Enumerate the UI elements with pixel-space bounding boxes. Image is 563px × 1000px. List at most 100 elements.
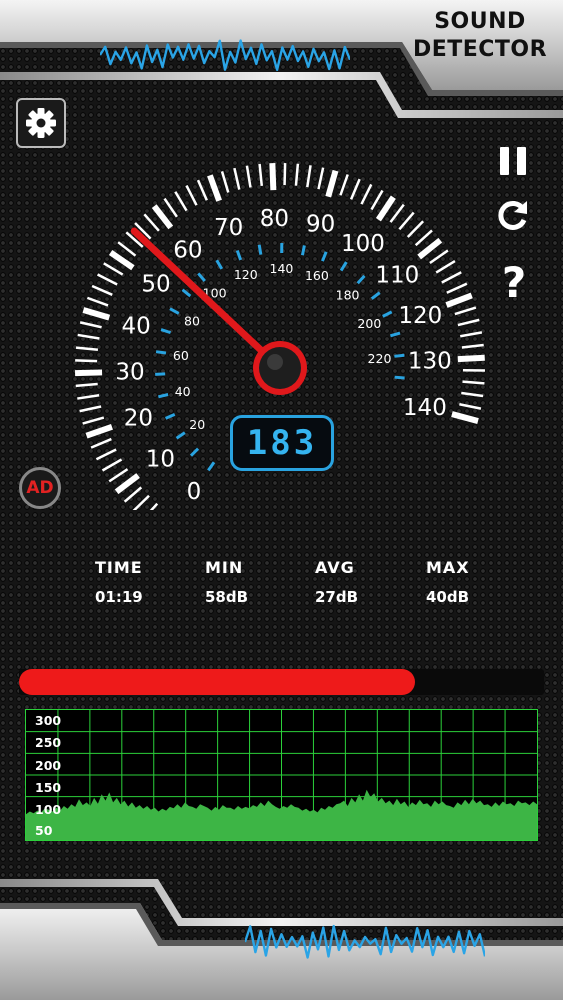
gauge-outer-label: 40: [121, 314, 150, 340]
gauge-inner-tick: [181, 288, 192, 298]
gauge-tick: [74, 369, 103, 377]
gauge-inner-tick: [394, 375, 405, 380]
gauge-tick: [163, 197, 178, 218]
gauge-outer-label: 120: [398, 303, 442, 329]
pause-button[interactable]: [496, 142, 530, 180]
gauge-tick: [294, 163, 300, 186]
gauge-outer-label: 90: [306, 212, 335, 238]
waveform-decoration-top: [100, 39, 350, 71]
gauge-inner-tick: [169, 307, 180, 315]
stat-min: MIN 58dB: [205, 558, 325, 606]
gauge-outer-label: 80: [260, 206, 289, 232]
gauge-inner-tick: [215, 259, 224, 270]
gauge-tick: [441, 271, 462, 284]
gauge-outer-label: 60: [173, 238, 202, 264]
gauge-tick: [95, 448, 117, 461]
gauge-tick: [151, 204, 174, 230]
gauge-tick: [461, 343, 484, 349]
gauge-tick: [389, 203, 405, 223]
gauge-tick: [79, 405, 102, 413]
stat-avg-label: AVG: [315, 558, 355, 577]
gauge-tick: [79, 321, 102, 329]
gauge-outer-label: 50: [141, 272, 170, 298]
gauge-tick: [461, 391, 484, 398]
ad-badge-label: AD: [26, 478, 54, 498]
gauge-inner-label: 180: [336, 287, 360, 302]
gauge-inner-label: 200: [357, 316, 381, 331]
stat-max-label: MAX: [426, 558, 470, 577]
gauge-inner-tick: [321, 251, 328, 262]
gauge-tick: [375, 195, 396, 222]
gauge-tick: [143, 213, 160, 232]
gauge-tick: [97, 273, 118, 286]
stat-min-value: 58dB: [205, 588, 249, 606]
gauge-tick: [77, 333, 100, 340]
gauge-outer-label: 0: [187, 479, 202, 505]
gauge-tick: [91, 284, 113, 296]
y-axis-label: 150: [35, 780, 62, 795]
waveform-decoration-bottom: [245, 924, 485, 959]
gauge-tick: [108, 468, 129, 483]
gauge-tick: [207, 174, 222, 202]
gauge-inner-tick: [158, 393, 169, 399]
gauge-tick: [269, 163, 277, 191]
gauge-tick: [446, 282, 468, 294]
level-bar: [19, 669, 544, 695]
stat-max: MAX 40dB: [426, 558, 546, 606]
gauge-inner-label: 80: [184, 314, 200, 329]
stat-time-value: 01:19: [95, 588, 143, 606]
gauge-tick: [114, 473, 140, 495]
gauge-outer-label: 130: [408, 349, 452, 375]
gauge-inner-tick: [339, 261, 348, 272]
gauge-outer-label: 30: [115, 360, 144, 386]
gauge-inner-tick: [300, 245, 306, 256]
gauge-inner-tick: [370, 291, 381, 300]
y-axis-label: 250: [35, 735, 62, 750]
gauge-needle: [130, 227, 307, 395]
ad-badge[interactable]: AD: [19, 467, 61, 509]
gauge-inner-tick: [207, 461, 216, 472]
gauge-tick: [85, 423, 113, 439]
gauge-tick: [429, 249, 449, 265]
gauge-tick: [220, 171, 230, 193]
gauge-inner-tick: [197, 272, 206, 282]
gauge-tick: [75, 382, 98, 388]
app-title-line2: DETECTOR: [412, 37, 548, 62]
gauge-tick: [185, 185, 198, 206]
gear-icon: [26, 108, 56, 138]
gauge-tick: [414, 229, 433, 247]
gauge-outer-label: 140: [403, 395, 447, 421]
gauge-tick: [132, 494, 150, 510]
gauge-tick: [82, 307, 111, 321]
refresh-button[interactable]: [495, 196, 531, 234]
gauge-tick: [451, 411, 479, 424]
gauge-inner-tick: [189, 447, 200, 457]
stat-min-label: MIN: [205, 558, 244, 577]
gauge-tick: [349, 178, 361, 200]
gauge-tick: [174, 191, 188, 212]
gauge-tick: [370, 189, 384, 211]
gauge-inner-tick: [160, 328, 172, 335]
gauge-inner-tick: [175, 431, 186, 440]
gauge-tick: [75, 346, 99, 352]
gauge-tick: [123, 486, 143, 503]
gauge-inner-tick: [235, 250, 243, 261]
question-mark-icon: ?: [501, 257, 527, 307]
gauge-tick: [258, 163, 264, 187]
gauge-inner-label: 20: [189, 417, 205, 432]
help-button[interactable]: ?: [496, 257, 532, 307]
gauge-inner-label: 220: [368, 351, 392, 366]
gauge-tick: [317, 167, 325, 190]
gauge-outer-label: 100: [341, 231, 385, 257]
gauge-tick: [101, 458, 123, 472]
gauge-tick: [196, 179, 208, 201]
stat-avg-value: 27dB: [315, 588, 359, 606]
gauge-tick: [75, 359, 98, 363]
gauge-tick: [306, 165, 312, 188]
gauge-inner-tick: [155, 350, 167, 355]
gauge-tick: [339, 174, 349, 196]
settings-button[interactable]: [16, 98, 66, 148]
gauge-tick: [325, 169, 339, 198]
gauge-inner-label: 140: [270, 261, 294, 276]
gauge-inner-tick: [382, 310, 393, 318]
